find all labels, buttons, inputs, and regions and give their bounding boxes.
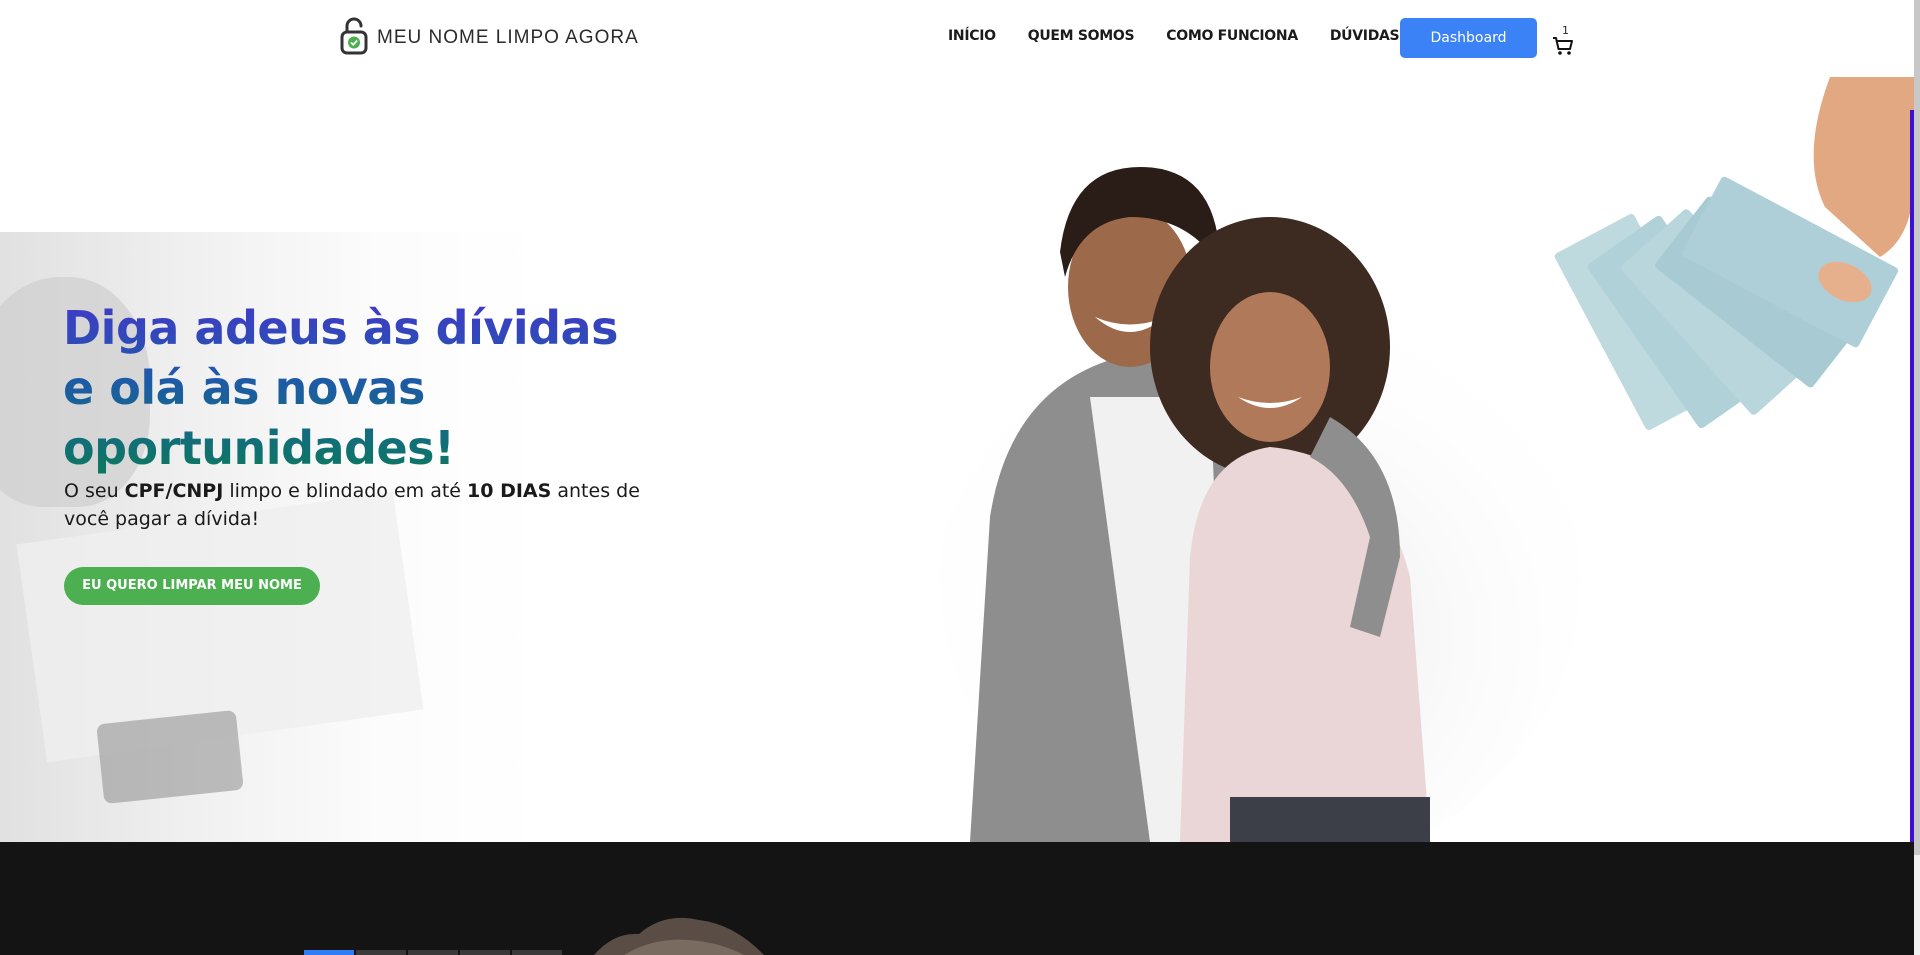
subtitle-text-2: limpo e blindado em até xyxy=(223,480,468,502)
subtitle-text-1: O seu xyxy=(64,480,125,502)
site-header: MEU NOME LIMPO AGORA INÍCIO QUEM SOMOS C… xyxy=(0,0,1914,77)
dashboard-button[interactable]: Dashboard xyxy=(1400,18,1537,58)
main-nav: INÍCIO QUEM SOMOS COMO FUNCIONA DÚVIDAS xyxy=(948,28,1400,44)
nav-quem-somos[interactable]: QUEM SOMOS xyxy=(1028,28,1135,44)
cart-button[interactable]: 1 xyxy=(1552,24,1576,56)
nav-como-funciona[interactable]: COMO FUNCIONA xyxy=(1166,28,1298,44)
nav-inicio[interactable]: INÍCIO xyxy=(948,28,996,44)
section-rock-image xyxy=(594,917,764,955)
brand-logo[interactable]: MEU NOME LIMPO AGORA xyxy=(339,17,639,59)
scrollbar-thumb[interactable] xyxy=(1914,0,1920,855)
carousel-dot-3[interactable] xyxy=(408,950,458,955)
hero-section: Diga adeus às dívidas e olá às novas opo… xyxy=(0,77,1914,842)
dark-section xyxy=(0,842,1914,955)
shopping-cart-icon xyxy=(1553,37,1573,55)
background-calculator-image xyxy=(96,709,244,805)
carousel-dot-2[interactable] xyxy=(356,950,406,955)
brand-name: MEU NOME LIMPO AGORA xyxy=(377,27,639,48)
carousel-indicators xyxy=(304,950,562,955)
cta-button[interactable]: EU QUERO LIMPAR MEU NOME xyxy=(64,567,320,605)
unlocked-padlock-icon xyxy=(339,17,369,59)
hero-money-image xyxy=(1554,77,1914,431)
carousel-dot-1[interactable] xyxy=(304,950,354,955)
subtitle-bold-cpf: CPF/CNPJ xyxy=(124,480,224,502)
carousel-dot-5[interactable] xyxy=(512,950,562,955)
carousel-dot-4[interactable] xyxy=(460,950,510,955)
hero-headline: Diga adeus às dívidas e olá às novas opo… xyxy=(63,298,663,478)
hero-couple-image xyxy=(940,167,1580,842)
nav-duvidas[interactable]: DÚVIDAS xyxy=(1330,28,1400,44)
subtitle-bold-days: 10 DIAS xyxy=(467,480,552,502)
hero-subtitle: O seu CPF/CNPJ limpo e blindado em até 1… xyxy=(64,477,644,533)
